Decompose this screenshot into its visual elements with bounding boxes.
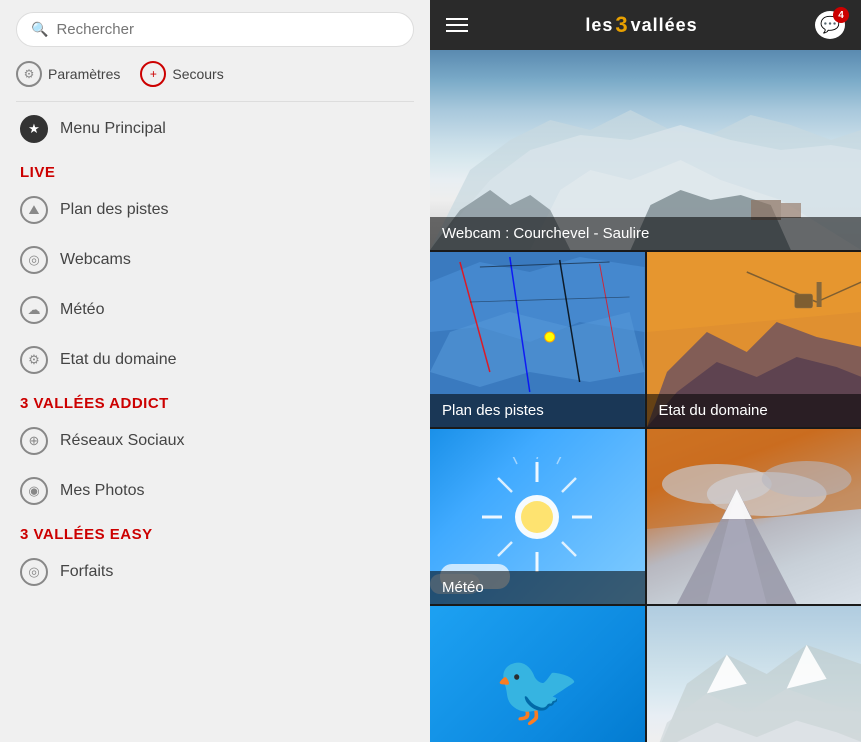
secours-label: Secours <box>172 66 223 82</box>
meteo-icon: ☁ <box>20 296 48 324</box>
parametres-icon: ⚙ <box>16 61 42 87</box>
quick-buttons-row: ⚙ Paramètres + Secours <box>0 57 430 99</box>
sun-container <box>477 457 597 577</box>
parametres-button[interactable]: ⚙ Paramètres <box>16 61 120 87</box>
plan-des-pistes-label: Plan des pistes <box>60 201 169 219</box>
search-icon: 🔍 <box>31 21 48 38</box>
section-label-addict: 3 VALLÉES ADDICT <box>0 385 430 416</box>
mes-photos-icon: ◉ <box>20 477 48 505</box>
reseaux-sociaux-icon: ⊕ <box>20 427 48 455</box>
section-label-easy: 3 VALLÉES EASY <box>0 516 430 547</box>
brand-logo: les 3 vallées <box>585 12 697 38</box>
brand-text-pre: les <box>585 15 613 36</box>
twitter-bird-icon: 🐦 <box>494 650 581 732</box>
mountain-right-tile[interactable] <box>647 606 861 742</box>
brand-number: 3 <box>615 12 628 38</box>
sidebar: 🔍 ⚙ Paramètres + Secours ★ Menu Principa… <box>0 0 430 742</box>
forfaits-icon: ◎ <box>20 558 48 586</box>
sidebar-item-webcams[interactable]: ◎ Webcams <box>0 235 430 285</box>
etat-du-domaine-icon: ⚙ <box>20 346 48 374</box>
secours-icon: + <box>140 61 166 87</box>
secours-button[interactable]: + Secours <box>140 61 223 87</box>
mountain-right-bg <box>647 606 861 742</box>
social-bg: 🐦 <box>430 606 645 742</box>
hamburger-line3 <box>446 30 468 32</box>
social-tile[interactable]: 🐦 <box>430 606 645 742</box>
webcams-label: Webcams <box>60 251 131 269</box>
plan-des-pistes-icon: ⛰ <box>20 196 48 224</box>
parametres-label: Paramètres <box>48 66 120 82</box>
mountain-right-svg <box>647 606 861 742</box>
hamburger-line1 <box>446 18 468 20</box>
meteo-label: Météo <box>430 571 645 604</box>
content-panel: les 3 vallées 💬 4 <box>430 0 861 742</box>
menu-principal-icon: ★ <box>20 115 48 143</box>
brand-text-post: vallées <box>631 15 698 36</box>
content-grid: Webcam : Courchevel - Saulire <box>430 50 861 742</box>
meteo-mountain-tile[interactable] <box>647 429 861 604</box>
menu-principal-label: Menu Principal <box>60 120 166 138</box>
search-bar[interactable]: 🔍 <box>16 12 414 47</box>
meteo-tile[interactable]: Météo <box>430 429 645 604</box>
menu-items-list: ★ Menu Principal LIVE ⛰ Plan des pistes … <box>0 104 430 742</box>
webcam-label: Webcam : Courchevel - Saulire <box>430 217 861 250</box>
reseaux-sociaux-label: Réseaux Sociaux <box>60 432 185 450</box>
content-grid-area: Webcam : Courchevel - Saulire <box>430 50 861 742</box>
search-input[interactable] <box>56 21 399 38</box>
mountain-clouds-svg <box>647 429 861 604</box>
sidebar-item-menu-principal[interactable]: ★ Menu Principal <box>0 104 430 154</box>
sidebar-item-reseaux-sociaux[interactable]: ⊕ Réseaux Sociaux <box>0 416 430 466</box>
webcam-tile[interactable]: Webcam : Courchevel - Saulire <box>430 50 861 250</box>
sidebar-item-etat-du-domaine[interactable]: ⚙ Etat du domaine <box>0 335 430 385</box>
chat-button[interactable]: 💬 4 <box>815 11 845 39</box>
sidebar-item-mes-photos[interactable]: ◉ Mes Photos <box>0 466 430 516</box>
sun-svg <box>477 457 597 577</box>
mes-photos-label: Mes Photos <box>60 482 144 500</box>
chat-badge: 4 <box>833 7 849 23</box>
hamburger-button[interactable] <box>446 18 468 32</box>
meteo-label: Météo <box>60 301 104 319</box>
webcams-icon: ◎ <box>20 246 48 274</box>
building2 <box>781 203 801 218</box>
section-label-live: LIVE <box>0 154 430 185</box>
pistes-tile[interactable]: Plan des pistes <box>430 252 645 427</box>
forfaits-label: Forfaits <box>60 563 113 581</box>
top-bar: les 3 vallées 💬 4 <box>430 0 861 50</box>
mountain-clouds-bg <box>647 429 861 604</box>
etat-tile[interactable]: Etat du domaine <box>647 252 861 427</box>
sidebar-item-forfaits[interactable]: ◎ Forfaits <box>0 547 430 597</box>
etat-label: Etat du domaine <box>647 394 861 427</box>
pistes-label: Plan des pistes <box>430 394 645 427</box>
hamburger-line2 <box>446 24 468 26</box>
sidebar-item-meteo[interactable]: ☁ Météo <box>0 285 430 335</box>
etat-du-domaine-label: Etat du domaine <box>60 351 177 369</box>
divider-top <box>16 101 414 102</box>
sidebar-item-plan-des-pistes[interactable]: ⛰ Plan des pistes <box>0 185 430 235</box>
